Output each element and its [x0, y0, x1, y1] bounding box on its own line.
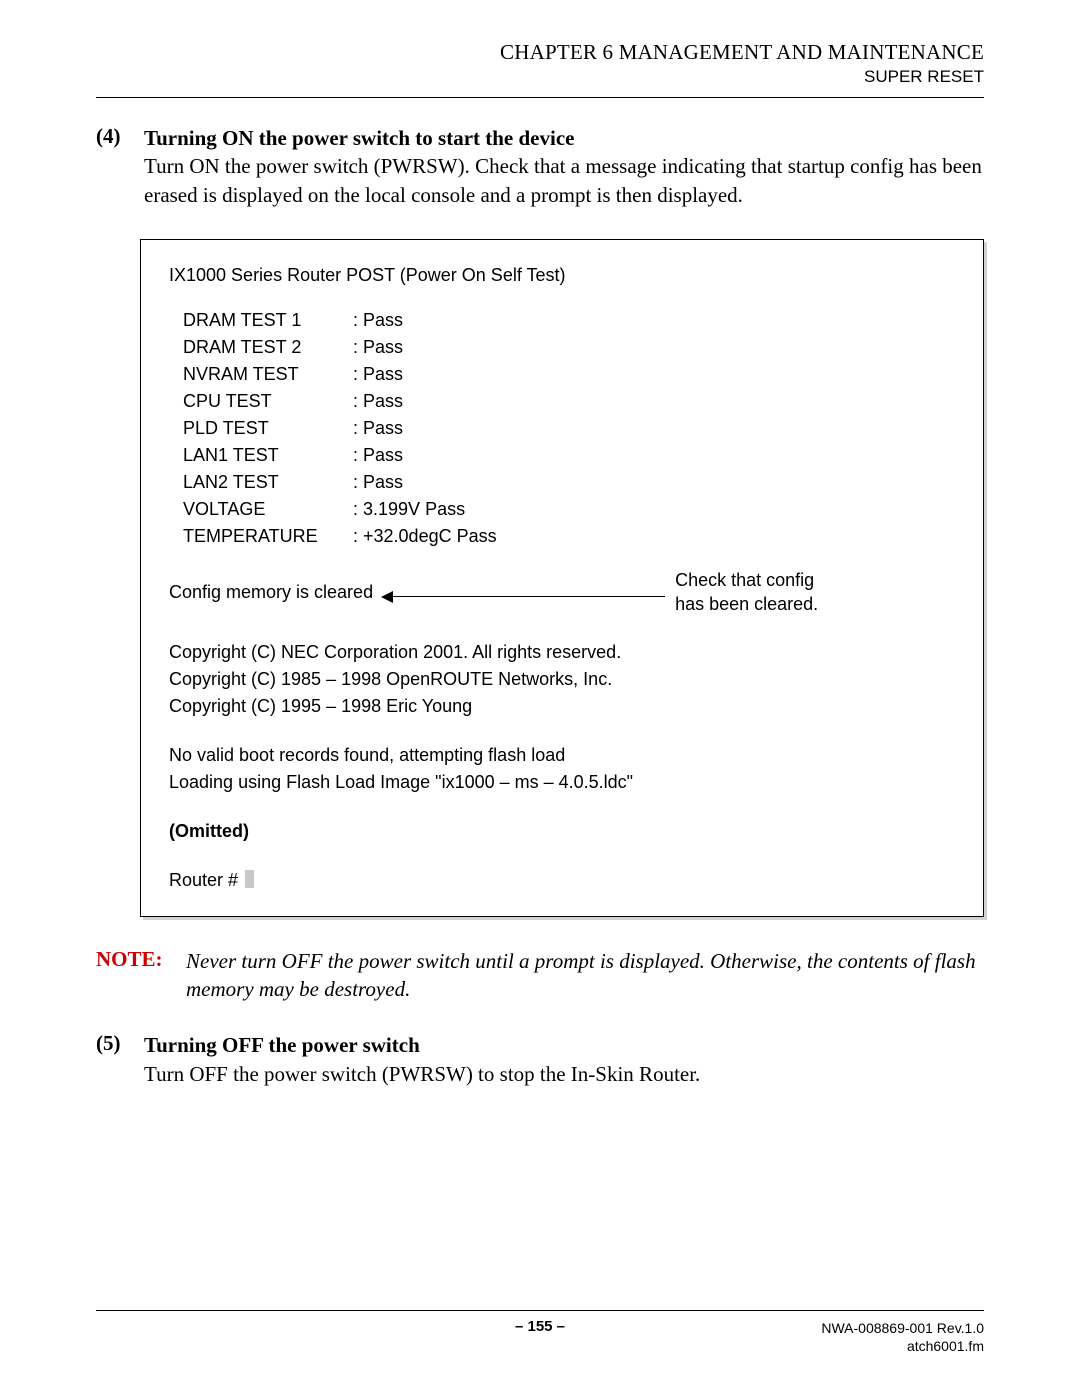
post-name: CPU TEST	[183, 388, 353, 415]
post-title: IX1000 Series Router POST (Power On Self…	[169, 262, 955, 289]
post-name: DRAM TEST 1	[183, 307, 353, 334]
post-name: LAN1 TEST	[183, 442, 353, 469]
post-result: 3.199V Pass	[353, 496, 465, 523]
post-row: CPU TESTPass	[183, 388, 955, 415]
doc-number: NWA-008869-001 Rev.1.0	[821, 1319, 984, 1337]
post-table: DRAM TEST 1Pass DRAM TEST 2Pass NVRAM TE…	[183, 307, 955, 550]
post-name: LAN2 TEST	[183, 469, 353, 496]
post-result: Pass	[353, 334, 403, 361]
check-note: Check that config has been cleared.	[675, 568, 818, 617]
post-row: LAN1 TESTPass	[183, 442, 955, 469]
post-name: PLD TEST	[183, 415, 353, 442]
cursor-icon	[245, 870, 254, 888]
footer-doc-info: NWA-008869-001 Rev.1.0 atch6001.fm	[821, 1319, 984, 1355]
boot-line: Loading using Flash Load Image "ix1000 –…	[169, 769, 955, 796]
arrow-left-icon	[381, 585, 665, 599]
post-result: Pass	[353, 361, 403, 388]
header-rule	[96, 97, 984, 98]
post-row: LAN2 TESTPass	[183, 469, 955, 496]
copyright-line: Copyright (C) 1985 – 1998 OpenROUTE Netw…	[169, 666, 955, 693]
step-5-body: Turning OFF the power switch Turn OFF th…	[144, 1031, 984, 1088]
step-4-number: (4)	[96, 124, 130, 209]
post-name: NVRAM TEST	[183, 361, 353, 388]
step-5-text: Turn OFF the power switch (PWRSW) to sto…	[144, 1062, 700, 1086]
config-cleared-row: Config memory is cleared Check that conf…	[169, 568, 955, 617]
post-name: VOLTAGE	[183, 496, 353, 523]
omitted-label: (Omitted)	[169, 818, 955, 845]
copyright-line: Copyright (C) NEC Corporation 2001. All …	[169, 639, 955, 666]
step-4-title: Turning ON the power switch to start the…	[144, 126, 574, 150]
post-row: PLD TESTPass	[183, 415, 955, 442]
console-wrapper: IX1000 Series Router POST (Power On Self…	[140, 239, 984, 917]
page-header: CHAPTER 6 MANAGEMENT AND MAINTENANCE SUP…	[96, 40, 984, 87]
step-5: (5) Turning OFF the power switch Turn OF…	[96, 1031, 984, 1088]
page: CHAPTER 6 MANAGEMENT AND MAINTENANCE SUP…	[0, 0, 1080, 1397]
post-row: DRAM TEST 2Pass	[183, 334, 955, 361]
console-output: IX1000 Series Router POST (Power On Self…	[140, 239, 984, 917]
step-4-text: Turn ON the power switch (PWRSW). Check …	[144, 154, 982, 206]
post-row: NVRAM TESTPass	[183, 361, 955, 388]
config-cleared-text: Config memory is cleared	[169, 579, 373, 606]
post-name: DRAM TEST 2	[183, 334, 353, 361]
check-note-line2: has been cleared.	[675, 594, 818, 614]
post-row: DRAM TEST 1Pass	[183, 307, 955, 334]
step-5-number: (5)	[96, 1031, 130, 1088]
post-result: Pass	[353, 388, 403, 415]
post-result: Pass	[353, 442, 403, 469]
post-result: Pass	[353, 469, 403, 496]
note-block: NOTE: Never turn OFF the power switch un…	[96, 947, 984, 1004]
post-result: Pass	[353, 415, 403, 442]
check-note-line1: Check that config	[675, 570, 814, 590]
note-label: NOTE:	[96, 947, 172, 1004]
boot-line: No valid boot records found, attempting …	[169, 742, 955, 769]
chapter-title: CHAPTER 6 MANAGEMENT AND MAINTENANCE	[96, 40, 984, 65]
page-footer: – 155 – NWA-008869-001 Rev.1.0 atch6001.…	[96, 1310, 984, 1355]
note-body: Never turn OFF the power switch until a …	[186, 947, 984, 1004]
section-title: SUPER RESET	[96, 67, 984, 87]
step-5-title: Turning OFF the power switch	[144, 1033, 420, 1057]
router-prompt: Router #	[169, 870, 243, 890]
post-row: TEMPERATURE+32.0degC Pass	[183, 523, 955, 550]
copyright-line: Copyright (C) 1995 – 1998 Eric Young	[169, 693, 955, 720]
doc-file: atch6001.fm	[821, 1337, 984, 1355]
post-row: VOLTAGE3.199V Pass	[183, 496, 955, 523]
step-4: (4) Turning ON the power switch to start…	[96, 124, 984, 209]
step-4-body: Turning ON the power switch to start the…	[144, 124, 984, 209]
boot-block: No valid boot records found, attempting …	[169, 742, 955, 796]
prompt-row: Router #	[169, 867, 955, 894]
copyright-block: Copyright (C) NEC Corporation 2001. All …	[169, 639, 955, 720]
post-result: +32.0degC Pass	[353, 523, 497, 550]
post-result: Pass	[353, 307, 403, 334]
post-name: TEMPERATURE	[183, 523, 353, 550]
